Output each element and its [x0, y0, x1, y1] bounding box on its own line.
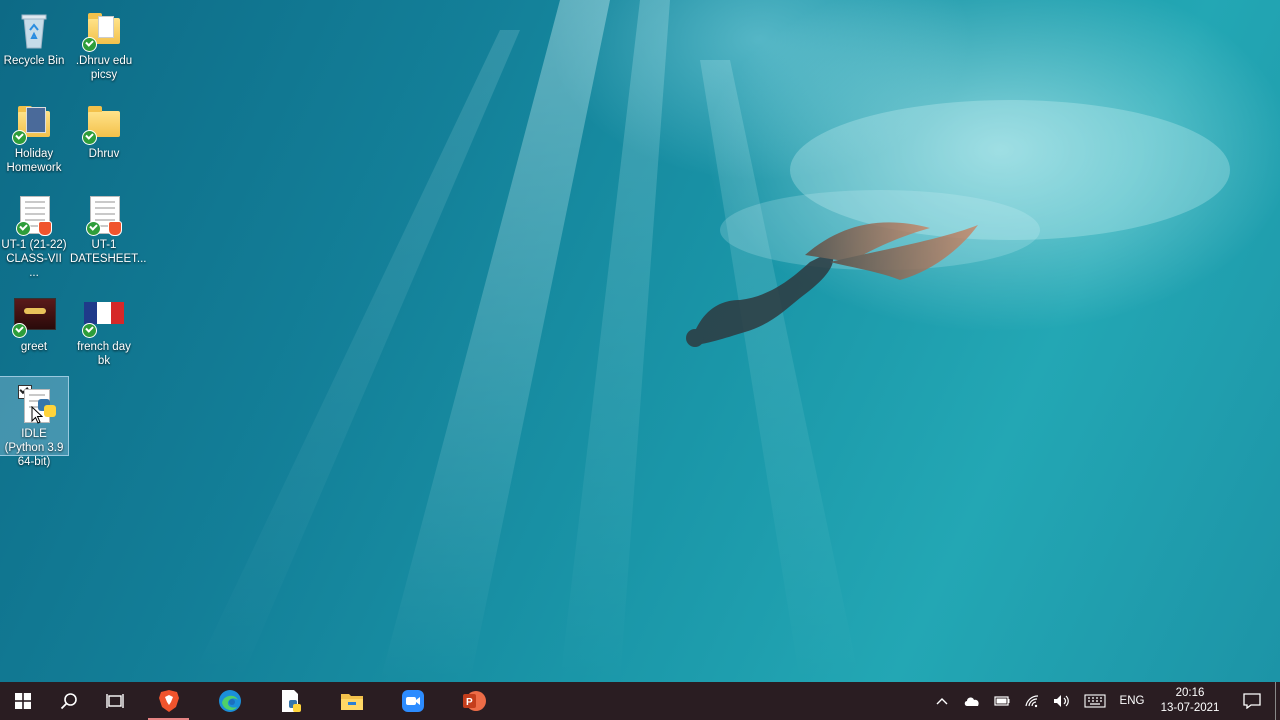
folder-icon [12, 103, 54, 145]
clock-date: 13-07-2021 [1160, 702, 1220, 714]
touch-keyboard-button[interactable] [1077, 682, 1113, 720]
desktop-icon-label: Recycle Bin [3, 55, 65, 67]
sync-check-icon [82, 37, 97, 52]
desktop-icon-dhruv-edu-picsy[interactable]: .Dhruv edu picsy [70, 4, 138, 82]
folder-icon [82, 10, 124, 52]
edge-browser-icon [218, 690, 241, 712]
windows-start-icon [15, 693, 31, 709]
speaker-icon [1054, 695, 1069, 707]
wifi-icon [1025, 695, 1039, 708]
sync-check-icon [86, 221, 101, 236]
brave-badge-icon [38, 221, 52, 236]
desktop-icon-label: .Dhruv edu picsy [75, 55, 133, 81]
sync-check-icon [16, 221, 31, 236]
chevron-up-icon [936, 698, 948, 705]
taskbar-file-explorer[interactable] [321, 682, 382, 720]
taskbar-zoom[interactable] [382, 682, 443, 720]
desktop-icon-label: UT-1 DATESHEET... [70, 239, 147, 265]
sync-check-icon [12, 130, 27, 145]
volume-tray-button[interactable] [1047, 682, 1077, 720]
mouse-cursor-icon [31, 406, 43, 424]
battery-icon [994, 696, 1010, 706]
desktop-icon-ut1-class-vii[interactable]: UT-1 (21-22) CLASS-VII ... [0, 188, 68, 280]
action-center-button[interactable] [1229, 682, 1275, 720]
show-desktop-button[interactable] [1275, 682, 1280, 720]
cloud-icon [964, 697, 979, 706]
task-view-button[interactable] [92, 682, 138, 720]
desktop-icon-label: IDLE (Python 3.9 64-bit) [4, 428, 64, 468]
taskbar-brave-browser[interactable] [138, 682, 199, 720]
show-hidden-icons-button[interactable] [927, 682, 957, 720]
clock[interactable]: 20:16 13-07-2021 [1151, 686, 1229, 716]
system-tray: ENG 20:16 13-07-2021 [927, 682, 1280, 720]
file-explorer-icon [340, 694, 363, 710]
desktop-icon-label: french day bk [77, 341, 131, 367]
taskbar: P ENG 20:16 13-07-2021 [0, 682, 1280, 720]
sync-check-icon [82, 130, 97, 145]
image-icon [82, 296, 124, 338]
powerpoint-icon: P [462, 691, 486, 711]
network-tray-button[interactable] [1017, 682, 1047, 720]
python-file-icon [281, 690, 301, 712]
desktop-icon-label: greet [20, 341, 48, 353]
swimmer-silhouette [686, 222, 978, 347]
desktop-icon-label: Holiday Homework [6, 148, 62, 174]
wallpaper [190, 0, 1230, 682]
battery-tray-button[interactable] [987, 682, 1017, 720]
input-language-indicator[interactable]: ENG [1113, 695, 1151, 707]
sync-check-icon [12, 323, 27, 338]
start-button[interactable] [0, 682, 46, 720]
recycle-bin-icon [14, 10, 54, 50]
search-icon [60, 693, 77, 710]
taskbar-powerpoint[interactable]: P [443, 682, 504, 720]
desktop-icon-label: Dhruv [88, 148, 120, 160]
notification-icon [1243, 693, 1261, 709]
folder-icon [82, 103, 124, 145]
desktop-icon-recycle-bin[interactable]: Recycle Bin [0, 4, 68, 68]
desktop-icon-ut1-datesheet[interactable]: UT-1 DATESHEET... [70, 188, 147, 266]
pdf-document-icon [14, 194, 54, 236]
brave-browser-icon [158, 690, 179, 712]
taskbar-edge-browser[interactable] [199, 682, 260, 720]
desktop-icon-dhruv[interactable]: Dhruv [70, 97, 138, 161]
zoom-icon [401, 690, 424, 712]
brave-badge-icon [108, 221, 122, 236]
pdf-document-icon [84, 194, 124, 236]
onedrive-tray-button[interactable] [957, 682, 987, 720]
search-button[interactable] [46, 682, 92, 720]
desktop-icon-label: UT-1 (21-22) CLASS-VII ... [1, 239, 67, 279]
clock-time: 20:16 [1175, 687, 1205, 699]
image-icon [12, 296, 56, 338]
sync-check-icon [82, 323, 97, 338]
taskbar-python-file[interactable] [260, 682, 321, 720]
desktop-icon-greet[interactable]: greet [0, 290, 68, 354]
keyboard-icon [1084, 694, 1106, 708]
task-view-icon [106, 694, 124, 708]
svg-text:P: P [466, 697, 473, 708]
desktop-icon-holiday-homework[interactable]: Holiday Homework [0, 97, 68, 175]
desktop-icon-french-day-bk[interactable]: french day bk [70, 290, 138, 368]
